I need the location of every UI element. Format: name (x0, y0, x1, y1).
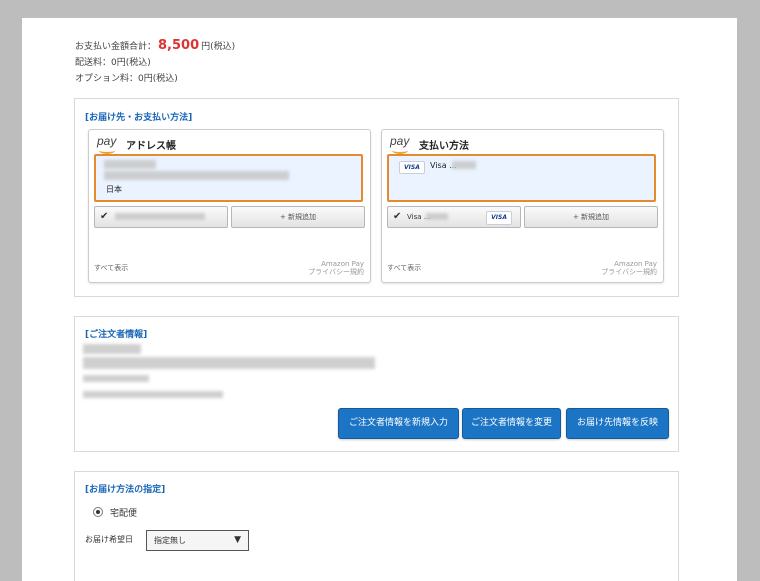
visa-card-icon: VISA (399, 161, 425, 174)
total-label: お支払い金額合計： (75, 42, 157, 52)
new-orderer-button[interactable]: ご注文者情報を新規入力 (338, 408, 459, 439)
delivery-date-select[interactable]: 指定無し ▼ (146, 530, 249, 551)
total-suffix: 円(税込) (201, 42, 236, 52)
delivery-payment-panel: [お届け先・お支払い方法] pay アドレス帳 日本 ✔ + 新規追加 すべて表… (74, 98, 679, 297)
shipping-fee: 配送料：0円(税込) (75, 58, 151, 68)
add-payment-button[interactable]: + 新規追加 (524, 206, 658, 228)
delivery-method-panel: [お届け方法の指定] 宅配便 お届け希望日 指定無し ▼ (74, 471, 679, 581)
redacted-orderer-phone (83, 375, 149, 382)
orderer-info-title: [ご注文者情報] (85, 330, 148, 340)
delivery-date-value: 指定無し (154, 536, 186, 545)
amazon-smile-icon (99, 147, 115, 154)
change-orderer-button[interactable]: ご注文者情報を変更 (462, 408, 561, 439)
privacy-policy-link[interactable]: Amazon Pay プライバシー規約 (308, 260, 364, 276)
redacted-orderer-address (83, 357, 375, 369)
payment-method-title: 支払い方法 (419, 141, 469, 152)
privacy-policy-link[interactable]: Amazon Pay プライバシー規約 (601, 260, 657, 276)
redacted-card-number (426, 213, 448, 220)
total-amount-line: お支払い金額合計： 8,500 円(税込) (75, 38, 235, 55)
selected-address[interactable]: 日本 (94, 154, 363, 202)
delivery-payment-title: [お届け先・お支払い方法] (85, 113, 193, 123)
delivery-radio[interactable] (93, 507, 103, 517)
address-book-title: アドレス帳 (126, 141, 176, 152)
payment-method-widget: pay 支払い方法 VISA Visa ... ✔ Visa ... VISA … (381, 129, 664, 283)
amazon-pay-logo: pay (390, 134, 409, 154)
address-book-widget: pay アドレス帳 日本 ✔ + 新規追加 すべて表示 Amazon Pay プ… (88, 129, 371, 283)
show-all-payments-link[interactable]: すべて表示 (387, 263, 421, 273)
selected-card-button[interactable]: ✔ Visa ... VISA (387, 206, 521, 228)
show-all-addresses-link[interactable]: すべて表示 (94, 263, 128, 273)
radio-selected-dot (96, 510, 100, 514)
redacted-address (104, 171, 289, 180)
visa-card-icon: VISA (486, 211, 512, 225)
redacted-address-short (115, 213, 205, 220)
selected-payment[interactable]: VISA Visa ... (387, 154, 656, 202)
check-icon: ✔ (393, 211, 402, 222)
order-totals: お支払い金額合計： 8,500 円(税込) 配送料：0円(税込) オプション料：0円… (75, 38, 235, 87)
check-icon: ✔ (100, 211, 109, 222)
selected-address-button[interactable]: ✔ (94, 206, 228, 228)
redacted-orderer-name (83, 344, 141, 354)
checkout-page: お支払い金額合計： 8,500 円(税込) 配送料：0円(税込) オプション料：0円… (22, 18, 737, 581)
redacted-name (104, 160, 156, 169)
orderer-info-panel: [ご注文者情報] ご注文者情報を新規入力 ご注文者情報を変更 お届け先情報を反映 (74, 316, 679, 452)
delivery-method-title: [お届け方法の指定] (85, 485, 166, 495)
delivery-date-label: お届け希望日 (85, 535, 133, 544)
apply-delivery-info-button[interactable]: お届け先情報を反映 (566, 408, 669, 439)
total-amount: 8,500 (158, 38, 200, 53)
option-fee: オプション料：0円(税込) (75, 74, 178, 84)
delivery-option-label: 宅配便 (110, 509, 138, 519)
redacted-card-number (452, 161, 476, 169)
amazon-pay-logo: pay (97, 134, 116, 154)
add-address-button[interactable]: + 新規追加 (231, 206, 365, 228)
redacted-orderer-email (83, 391, 223, 398)
chevron-down-icon: ▼ (234, 535, 241, 545)
amazon-smile-icon (392, 147, 408, 154)
address-country: 日本 (106, 185, 122, 194)
